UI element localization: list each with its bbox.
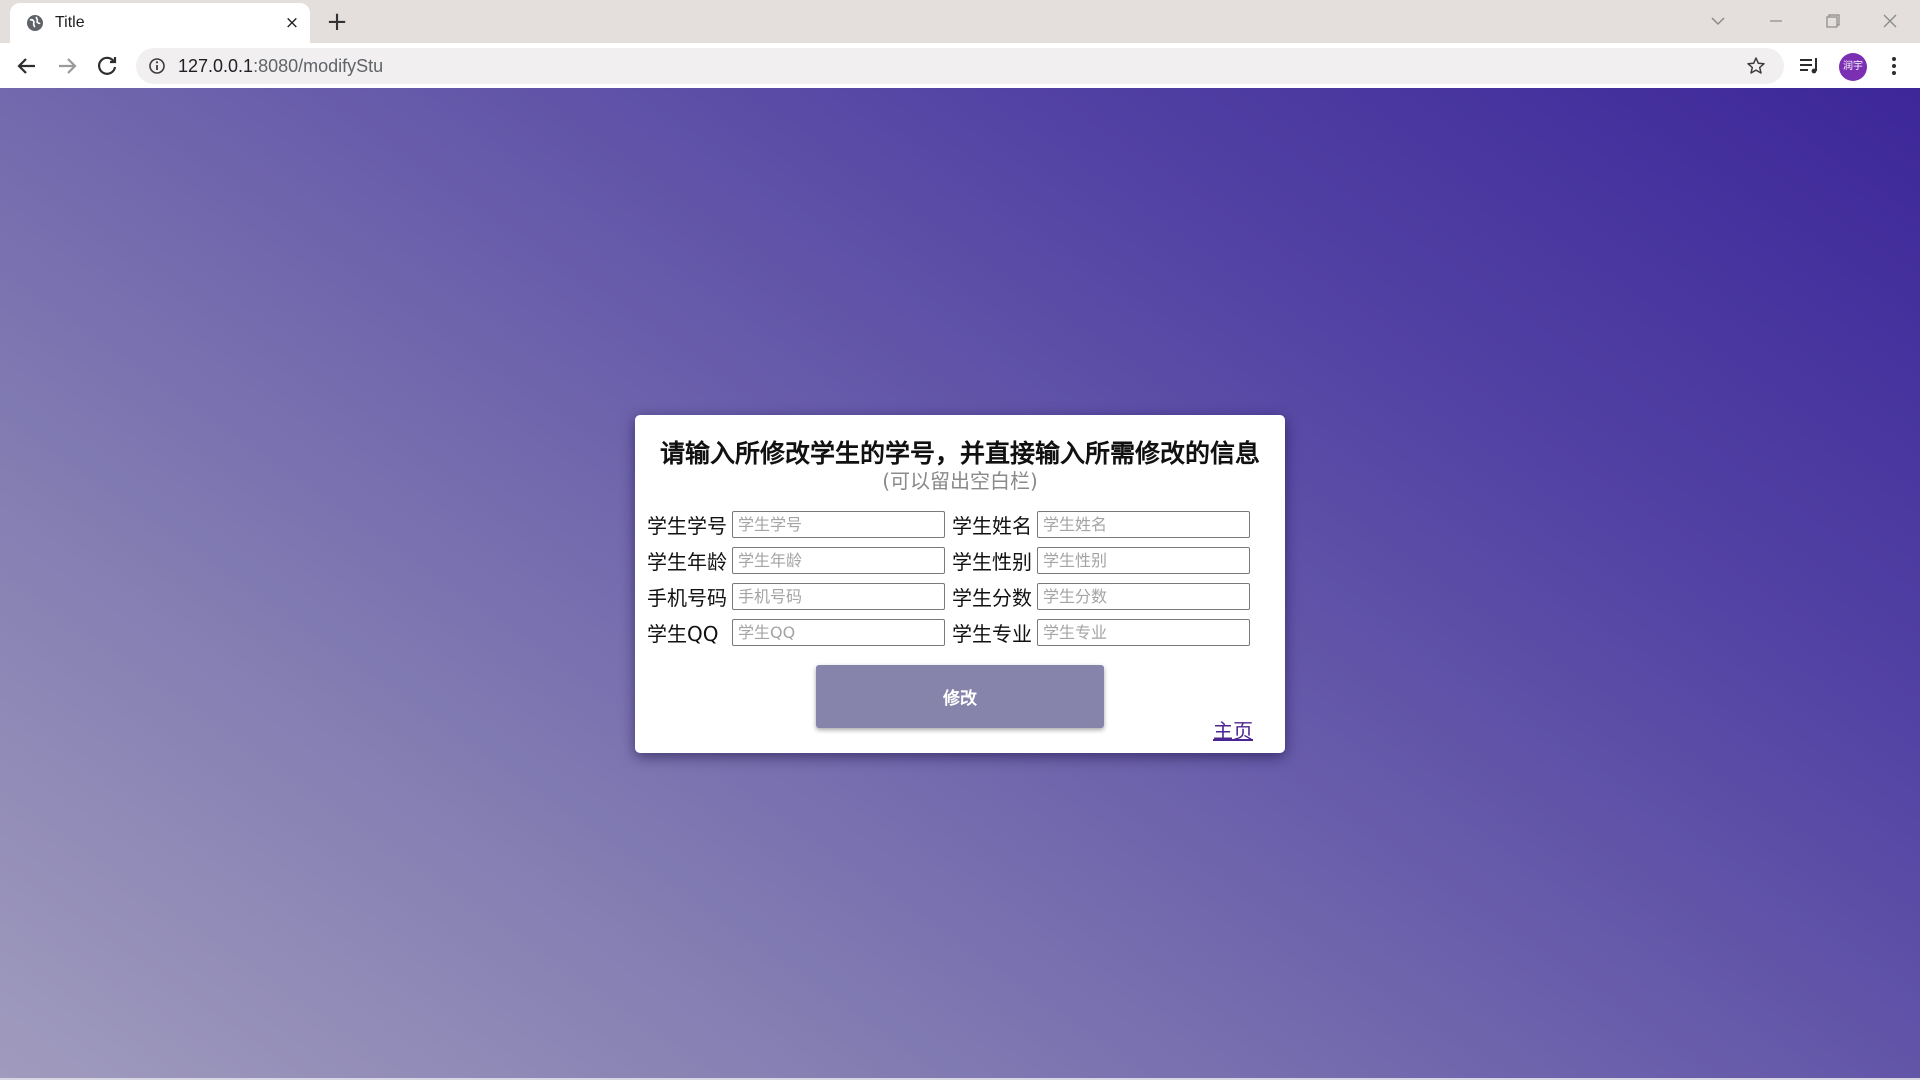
student-id-input[interactable] [732,511,945,538]
student-name-input[interactable] [1037,511,1250,538]
field-label: 学生姓名 [952,514,1032,538]
student-gender-input[interactable] [1037,547,1250,574]
bookmark-star-icon[interactable] [1746,56,1766,76]
field-label: 学生年龄 [647,550,727,574]
student-score-input[interactable] [1037,583,1250,610]
new-tab-button[interactable]: + [322,8,352,38]
back-arrow-icon[interactable] [11,50,43,82]
page-subtitle: (可以留出空白栏) [882,469,1038,493]
forward-arrow-icon[interactable] [51,50,83,82]
student-qq-input[interactable] [732,619,945,646]
kebab-menu-icon[interactable] [1882,54,1906,78]
modify-submit-button[interactable]: 修改 [816,665,1104,728]
media-queue-icon[interactable] [1798,55,1822,77]
student-age-input[interactable] [732,547,945,574]
tab-close-icon[interactable]: × [282,13,302,33]
field-label: 学生QQ [647,622,719,646]
profile-avatar[interactable]: 润宇 [1839,53,1867,81]
close-window-icon[interactable] [1872,6,1908,36]
field-label: 学生专业 [952,622,1032,646]
browser-tab[interactable]: Title × [10,3,310,43]
field-label: 手机号码 [647,586,727,610]
browser-toolbar: 127.0.0.1:8080/modifyStu 润宇 [0,43,1920,88]
student-major-input[interactable] [1037,619,1250,646]
reload-icon[interactable] [91,50,123,82]
minimize-icon[interactable] [1758,6,1794,36]
globe-icon [27,15,43,31]
phone-input[interactable] [732,583,945,610]
home-link[interactable]: 主页 [1213,715,1253,744]
browser-tabstrip: Title × + [0,0,1920,43]
site-info-icon[interactable] [148,57,166,75]
field-label: 学生分数 [952,586,1032,610]
restore-icon[interactable] [1815,6,1851,36]
field-label: 学生学号 [647,514,727,538]
url-host: 127.0.0.1 [178,56,254,76]
modify-student-form-card: 请输入所修改学生的学号，并直接输入所需修改的信息 (可以留出空白栏) 学生学号 … [635,415,1285,753]
address-bar[interactable]: 127.0.0.1:8080/modifyStu [136,48,1784,84]
url-path: :8080/modifyStu [253,56,384,76]
field-label: 学生性别 [952,550,1032,574]
tab-title: Title [55,14,85,31]
url-text[interactable]: 127.0.0.1:8080/modifyStu [178,56,383,77]
page-background: 请输入所修改学生的学号，并直接输入所需修改的信息 (可以留出空白栏) 学生学号 … [0,88,1920,1080]
tab-search-chevron-icon[interactable] [1700,6,1736,36]
